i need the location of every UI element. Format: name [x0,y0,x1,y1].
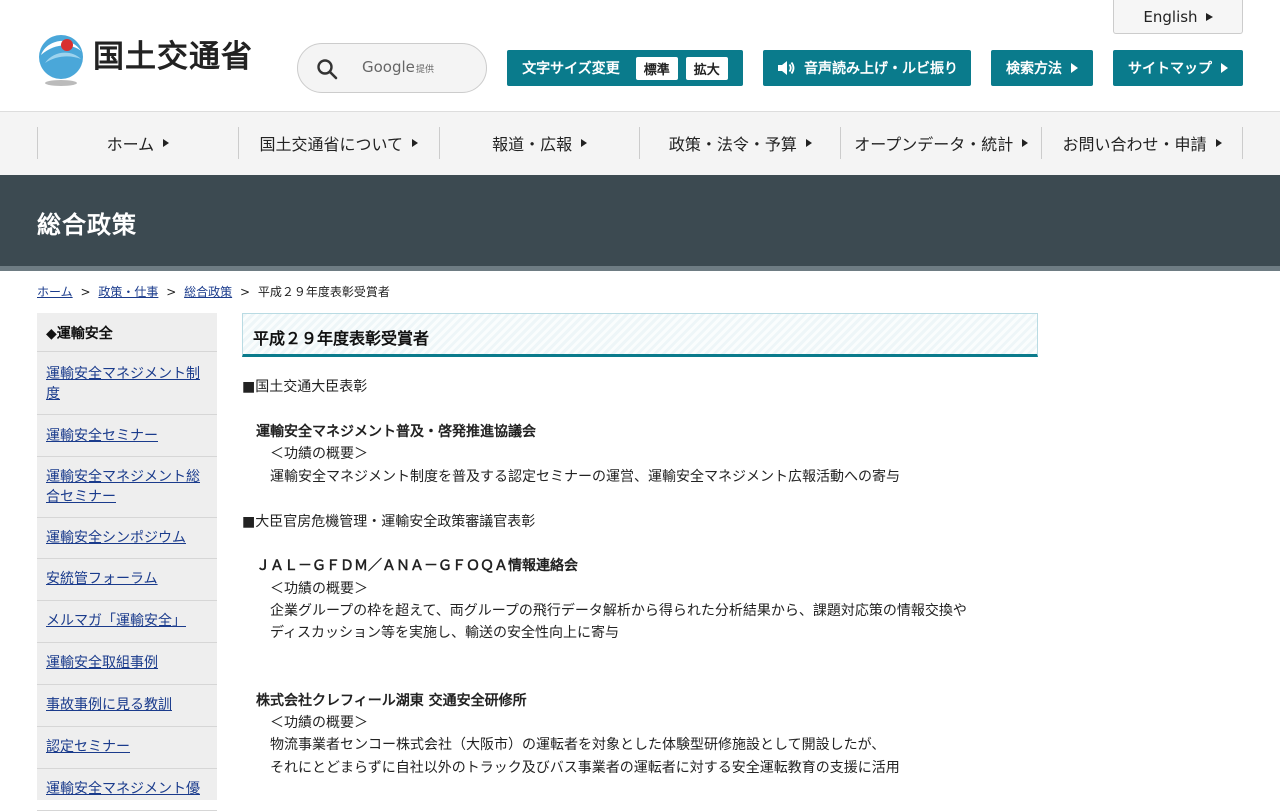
page-title: 平成２９年度表彰受賞者 [242,313,1038,357]
mlit-logo-icon [39,35,83,86]
side-menu-link[interactable]: 運輸安全マネジメント優 [46,781,200,797]
award-overview-label: ＜功績の概要＞ [270,715,368,731]
award-description: ディスカッション等を実施し、輸送の安全性向上に寄与 [270,625,620,641]
award-description: 物流事業者センコー株式会社（大阪市）の運転者を対象とした体験型研修施設として開設… [270,737,886,753]
side-menu-item[interactable]: 安統管フォーラム [37,559,217,601]
section-heading: ■大臣官房危機管理・運輸安全政策審議官表彰 [242,514,536,530]
font-size-large-button[interactable]: 拡大 [685,56,728,80]
breadcrumb-general-policy[interactable]: 総合政策 [184,285,232,299]
side-menu-item[interactable]: 事故事例に見る教訓 [37,685,217,727]
site-search[interactable]: Google 提供 [297,43,487,93]
site-name: 国土交通省 [93,38,253,75]
side-menu-item[interactable]: 運輸安全マネジメント総合セミナー [37,457,217,518]
nav-item-home[interactable]: ホーム [38,127,239,159]
award-name: 運輸安全マネジメント普及・啓発推進協議会 [256,424,536,440]
nav-item-opendata[interactable]: オープンデータ・統計 [841,127,1043,159]
award-name: ＪＡＬ－ＧＦＤＭ／ＡＮＡ－ＧＦＯＱＡ情報連絡会 [256,558,578,574]
english-button[interactable]: English [1113,0,1243,34]
arrow-right-icon [805,139,812,147]
font-size-label: 文字サイズ変更 [522,61,620,77]
breadcrumb-policy[interactable]: 政策・仕事 [98,285,158,299]
side-menu-link[interactable]: 運輸安全セミナー [46,428,158,444]
breadcrumb-current: 平成２９年度表彰受賞者 [257,285,390,299]
side-menu-item[interactable]: 認定セミナー [37,727,217,769]
side-menu-link[interactable]: 運輸安全シンポジウム [46,530,186,546]
sitemap-label: サイトマップ [1128,61,1212,77]
nav-label: お問い合わせ・申請 [1062,135,1207,154]
arrow-right-icon [412,139,418,147]
search-icon[interactable] [316,58,338,80]
award-overview-label: ＜功績の概要＞ [270,446,368,462]
side-menu-item[interactable]: 運輸安全マネジメント優 [37,769,217,811]
banner-divider [0,266,1280,271]
main-content: 平成２９年度表彰受賞者 ■国土交通大臣表彰 運輸安全マネジメント普及・啓発推進協… [242,313,1038,776]
google-label: Google [362,58,415,76]
breadcrumb-separator: > [166,285,177,299]
arrow-right-icon [1205,12,1213,21]
arrow-right-icon [1215,139,1222,147]
nav-item-about[interactable]: 国土交通省について [239,127,440,159]
search-method-label: 検索方法 [1006,61,1062,77]
side-menu-link[interactable]: 事故事例に見る教訓 [46,697,172,713]
breadcrumb-separator: > [80,285,91,299]
side-menu-link[interactable]: 運輸安全取組事例 [46,655,158,671]
nav-label: 報道・広報 [492,135,573,154]
breadcrumb-home[interactable]: ホーム [37,285,73,299]
nav-label: 国土交通省について [259,135,403,154]
search-method-button[interactable]: 検索方法 [991,50,1093,86]
side-menu-item[interactable]: 運輸安全シンポジウム [37,518,217,559]
arrow-right-icon [163,139,170,147]
provided-label: 提供 [416,65,435,75]
global-nav: ホーム 国土交通省について 報道・広報 政策・法令・予算 オープンデータ・統計 … [0,112,1280,175]
award-description: 運輸安全マネジメント制度を普及する認定セミナーの運営、運輸安全マネジメント広報活… [270,469,900,485]
english-label: English [1143,7,1198,26]
nav-label: オープンデータ・統計 [854,135,1014,154]
side-menu-link[interactable]: 運輸安全マネジメント総合セミナー [46,469,200,505]
nav-label: 政策・法令・予算 [668,135,797,154]
site-header: 国土交通省 English Google 提供 文字サイズ変更 標準 拡大 音声… [0,0,1280,112]
side-menu-link[interactable]: 安統管フォーラム [46,571,158,587]
breadcrumb-separator: > [239,285,250,299]
side-menu-link[interactable]: 認定セミナー [46,739,130,755]
award-description: 企業グループの枠を超えて、両グループの飛行データ解析から得られた分析結果から、課… [270,603,967,619]
nav-item-contact[interactable]: お問い合わせ・申請 [1042,127,1243,159]
award-name: 株式会社クレフィール湖東 交通安全研修所 [256,693,527,709]
arrow-right-icon [581,139,588,147]
side-menu-link[interactable]: メルマガ「運輸安全」 [46,613,186,629]
nav-item-press[interactable]: 報道・広報 [440,127,641,159]
section-banner: 総合政策 [0,175,1280,266]
nav-item-policy[interactable]: 政策・法令・予算 [640,127,842,159]
side-menu-item[interactable]: 運輸安全取組事例 [37,643,217,685]
breadcrumb: ホーム > 政策・仕事 > 総合政策 > 平成２９年度表彰受賞者 [37,283,390,300]
arrow-right-icon [1022,139,1029,147]
side-menu-heading: ◆運輸安全 [46,326,113,342]
side-menu: ◆運輸安全 運輸安全マネジメント制度 運輸安全セミナー 運輸安全マネジメント総合… [37,313,217,811]
speech-label: 音声読み上げ・ルビ振り [804,61,958,77]
speaker-icon [778,61,795,75]
arrow-right-icon [1071,63,1078,73]
side-menu-item[interactable]: メルマガ「運輸安全」 [37,601,217,643]
award-description: それにとどまらずに自社以外のトラック及びバス事業者の運転者に対する安全運転教育の… [270,760,900,776]
sitemap-button[interactable]: サイトマップ [1113,50,1243,86]
site-logo[interactable]: 国土交通省 [37,33,253,87]
section-heading: ■国土交通大臣表彰 [242,379,368,395]
font-size-control: 文字サイズ変更 標準 拡大 [507,50,743,86]
side-menu-item[interactable]: 運輸安全セミナー [37,415,217,457]
side-menu-item[interactable]: 運輸安全マネジメント制度 [37,352,217,415]
arrow-right-icon [1221,63,1228,73]
speech-ruby-button[interactable]: 音声読み上げ・ルビ振り [763,50,971,86]
award-overview-label: ＜功績の概要＞ [270,581,368,597]
side-menu-link[interactable]: 運輸安全マネジメント制度 [46,366,200,402]
font-size-standard-button[interactable]: 標準 [635,56,678,80]
nav-label: ホーム [106,135,155,154]
section-title: 総合政策 [37,211,137,239]
